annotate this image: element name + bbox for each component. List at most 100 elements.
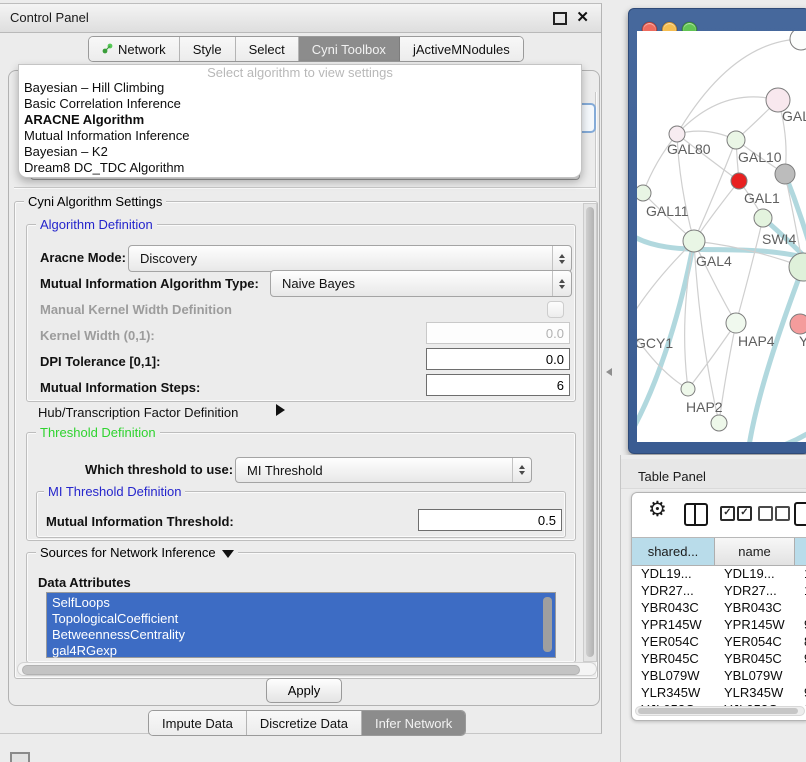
network-node-y[interactable] bbox=[790, 314, 806, 334]
table-horizontal-scrollbar[interactable] bbox=[635, 706, 805, 716]
deselect-all-checkboxes-icon[interactable] bbox=[758, 506, 773, 521]
tab-infer-network[interactable]: Infer Network bbox=[362, 711, 465, 735]
threshold-definition-title: Threshold Definition bbox=[36, 425, 160, 440]
network-node-gal4[interactable] bbox=[683, 230, 705, 252]
network-node-gal1[interactable] bbox=[731, 173, 747, 189]
tab-impute-data[interactable]: Impute Data bbox=[149, 711, 247, 735]
mi-steps-field[interactable] bbox=[426, 374, 570, 396]
list-scrollbar-thumb[interactable] bbox=[543, 597, 552, 652]
attribute-item-topologicalcoefficient[interactable]: TopologicalCoefficient bbox=[47, 611, 555, 627]
column-header-shared[interactable]: shared... bbox=[632, 538, 715, 565]
settings-vertical-scrollbar[interactable] bbox=[583, 203, 597, 662]
mi-algorithm-type-value: Naive Bayes bbox=[271, 276, 355, 291]
network-graph: GALGAL80GAL10GAL1GAL11SWI4GAL4GCY1HAP4YH… bbox=[637, 31, 806, 442]
select-all-checkboxes-icon[interactable]: ✓ bbox=[720, 506, 735, 521]
dpi-tolerance-field[interactable] bbox=[426, 348, 570, 370]
table-cell: 13 bbox=[795, 566, 806, 581]
table-row[interactable]: YBL079WYBL079W bbox=[632, 667, 806, 684]
scrollbar-thumb[interactable] bbox=[638, 708, 798, 714]
node-label: GAL11 bbox=[646, 203, 689, 219]
aracne-mode-label: Aracne Mode: bbox=[40, 250, 126, 265]
network-node-hap2[interactable] bbox=[681, 382, 695, 396]
table-row[interactable]: YDL19...YDL19...13 bbox=[632, 565, 806, 582]
network-node-gal80[interactable] bbox=[669, 126, 685, 142]
algorithm-dropdown-popup: Select algorithm to view settings Bayesi… bbox=[18, 64, 582, 178]
select-all-checkboxes-icon[interactable]: ✓ bbox=[737, 506, 752, 521]
algorithm-option-bayesian-hill-climbing[interactable]: Bayesian – Hill Climbing bbox=[19, 80, 581, 96]
attribute-item-gal4rgexp[interactable]: gal4RGexp bbox=[47, 643, 555, 659]
network-node-swi4[interactable] bbox=[754, 209, 772, 227]
mi-steps-label: Mutual Information Steps: bbox=[40, 380, 200, 395]
close-icon[interactable]: ✕ bbox=[576, 8, 589, 26]
mi-algorithm-type-label: Mutual Information Algorithm Type: bbox=[40, 276, 259, 291]
algorithm-list: Bayesian – Hill ClimbingBasic Correlatio… bbox=[19, 80, 581, 176]
table-cell: YBR045C bbox=[715, 651, 795, 666]
table-row[interactable]: YBR045CYBR045C9. bbox=[632, 650, 806, 667]
sources-group-title[interactable]: Sources for Network Inference bbox=[36, 545, 238, 560]
network-canvas[interactable]: GALGAL80GAL10GAL1GAL11SWI4GAL4GCY1HAP4YH… bbox=[637, 31, 806, 442]
tab-jactivemnodules[interactable]: jActiveMNodules bbox=[400, 37, 523, 61]
which-threshold-value: MI Threshold bbox=[236, 463, 323, 478]
table-row[interactable]: YPR145WYPR145W9. bbox=[632, 616, 806, 633]
table-panel-titlebar[interactable]: Table Panel bbox=[621, 459, 806, 489]
attribute-item-betweennesscentrality[interactable]: BetweennessCentrality bbox=[47, 627, 555, 643]
network-node[interactable] bbox=[775, 164, 795, 184]
network-node-hap4[interactable] bbox=[726, 313, 746, 333]
table-cell: 9. bbox=[795, 685, 806, 700]
collapse-arrow-icon[interactable] bbox=[222, 550, 234, 558]
data-attributes-label: Data Attributes bbox=[38, 575, 131, 590]
node-label: SWI4 bbox=[762, 231, 796, 247]
split-columns-icon[interactable] bbox=[684, 503, 708, 526]
network-node[interactable] bbox=[711, 415, 727, 431]
tab-style[interactable]: Style bbox=[180, 37, 236, 61]
table-row[interactable]: YDR27...YDR27...12 bbox=[632, 582, 806, 599]
which-threshold-combobox[interactable]: MI Threshold bbox=[235, 457, 532, 483]
mi-threshold-field[interactable] bbox=[418, 509, 562, 531]
data-attributes-list[interactable]: SelfLoopsTopologicalCoefficientBetweenne… bbox=[46, 592, 556, 658]
scrollbar-thumb[interactable] bbox=[586, 207, 594, 657]
table-cell: YDL19... bbox=[632, 566, 715, 581]
table-row[interactable]: YBR043CYBR043C bbox=[632, 599, 806, 616]
algorithm-option-basic-correlation-inference[interactable]: Basic Correlation Inference bbox=[19, 96, 581, 112]
column-header-name[interactable]: name bbox=[715, 538, 795, 565]
network-node[interactable] bbox=[790, 31, 806, 50]
mi-algorithm-type-combobox[interactable]: Naive Bayes bbox=[270, 270, 572, 297]
column-header-a[interactable]: A bbox=[795, 538, 806, 565]
spinner-arrows-icon bbox=[512, 458, 531, 482]
algorithm-option-bayesian-k2[interactable]: Bayesian – K2 bbox=[19, 144, 581, 160]
table-cell: 9. bbox=[795, 651, 806, 666]
deselect-all-checkboxes-icon[interactable] bbox=[775, 506, 790, 521]
node-label: Y bbox=[799, 333, 806, 349]
table-cell: YPR145W bbox=[715, 617, 795, 632]
manual-kernel-width-checkbox[interactable] bbox=[547, 301, 564, 318]
tab-network[interactable]: Network bbox=[89, 37, 180, 61]
tab-cyni-toolbox[interactable]: Cyni Toolbox bbox=[299, 37, 400, 61]
which-threshold-label: Which threshold to use: bbox=[85, 462, 233, 477]
apply-button[interactable]: Apply bbox=[266, 678, 342, 703]
settings-horizontal-scrollbar[interactable] bbox=[17, 662, 597, 676]
node-label: HAP4 bbox=[738, 333, 775, 349]
algorithm-option-mutual-information-inference[interactable]: Mutual Information Inference bbox=[19, 128, 581, 144]
tab-discretize-data[interactable]: Discretize Data bbox=[247, 711, 362, 735]
network-view-window[interactable]: GALGAL80GAL10GAL1GAL11SWI4GAL4GCY1HAP4YH… bbox=[628, 8, 806, 454]
kernel-width-field[interactable] bbox=[426, 322, 570, 344]
hub-definition-label: Hub/Transcription Factor Definition bbox=[38, 405, 238, 420]
algorithm-option-dream8-dc-tdc-algorithm[interactable]: Dream8 DC_TDC Algorithm bbox=[19, 160, 581, 176]
scrollbar-thumb[interactable] bbox=[22, 665, 580, 675]
aracne-mode-combobox[interactable]: Discovery bbox=[128, 245, 572, 272]
table-row[interactable]: YER054CYER054C8. bbox=[632, 633, 806, 650]
control-panel-titlebar[interactable]: Control Panel ✕ bbox=[0, 4, 601, 33]
network-node-gal10[interactable] bbox=[727, 131, 745, 149]
partial-toolbar-icon[interactable] bbox=[794, 502, 806, 526]
split-collapse-arrow-icon[interactable] bbox=[606, 368, 612, 376]
table-row[interactable]: YLR345WYLR345W9. bbox=[632, 684, 806, 701]
attribute-item-selfloops[interactable]: SelfLoops bbox=[47, 595, 555, 611]
gear-icon[interactable]: ⚙ bbox=[648, 497, 667, 522]
collapsed-panel-icon[interactable] bbox=[10, 752, 30, 762]
algorithm-option-aracne-algorithm[interactable]: ARACNE Algorithm bbox=[19, 112, 581, 128]
expand-arrow-icon[interactable] bbox=[276, 404, 285, 416]
tab-select[interactable]: Select bbox=[236, 37, 299, 61]
float-window-icon[interactable] bbox=[553, 12, 567, 25]
network-node-gal11[interactable] bbox=[637, 185, 651, 201]
table-cell: YBL079W bbox=[715, 668, 795, 683]
